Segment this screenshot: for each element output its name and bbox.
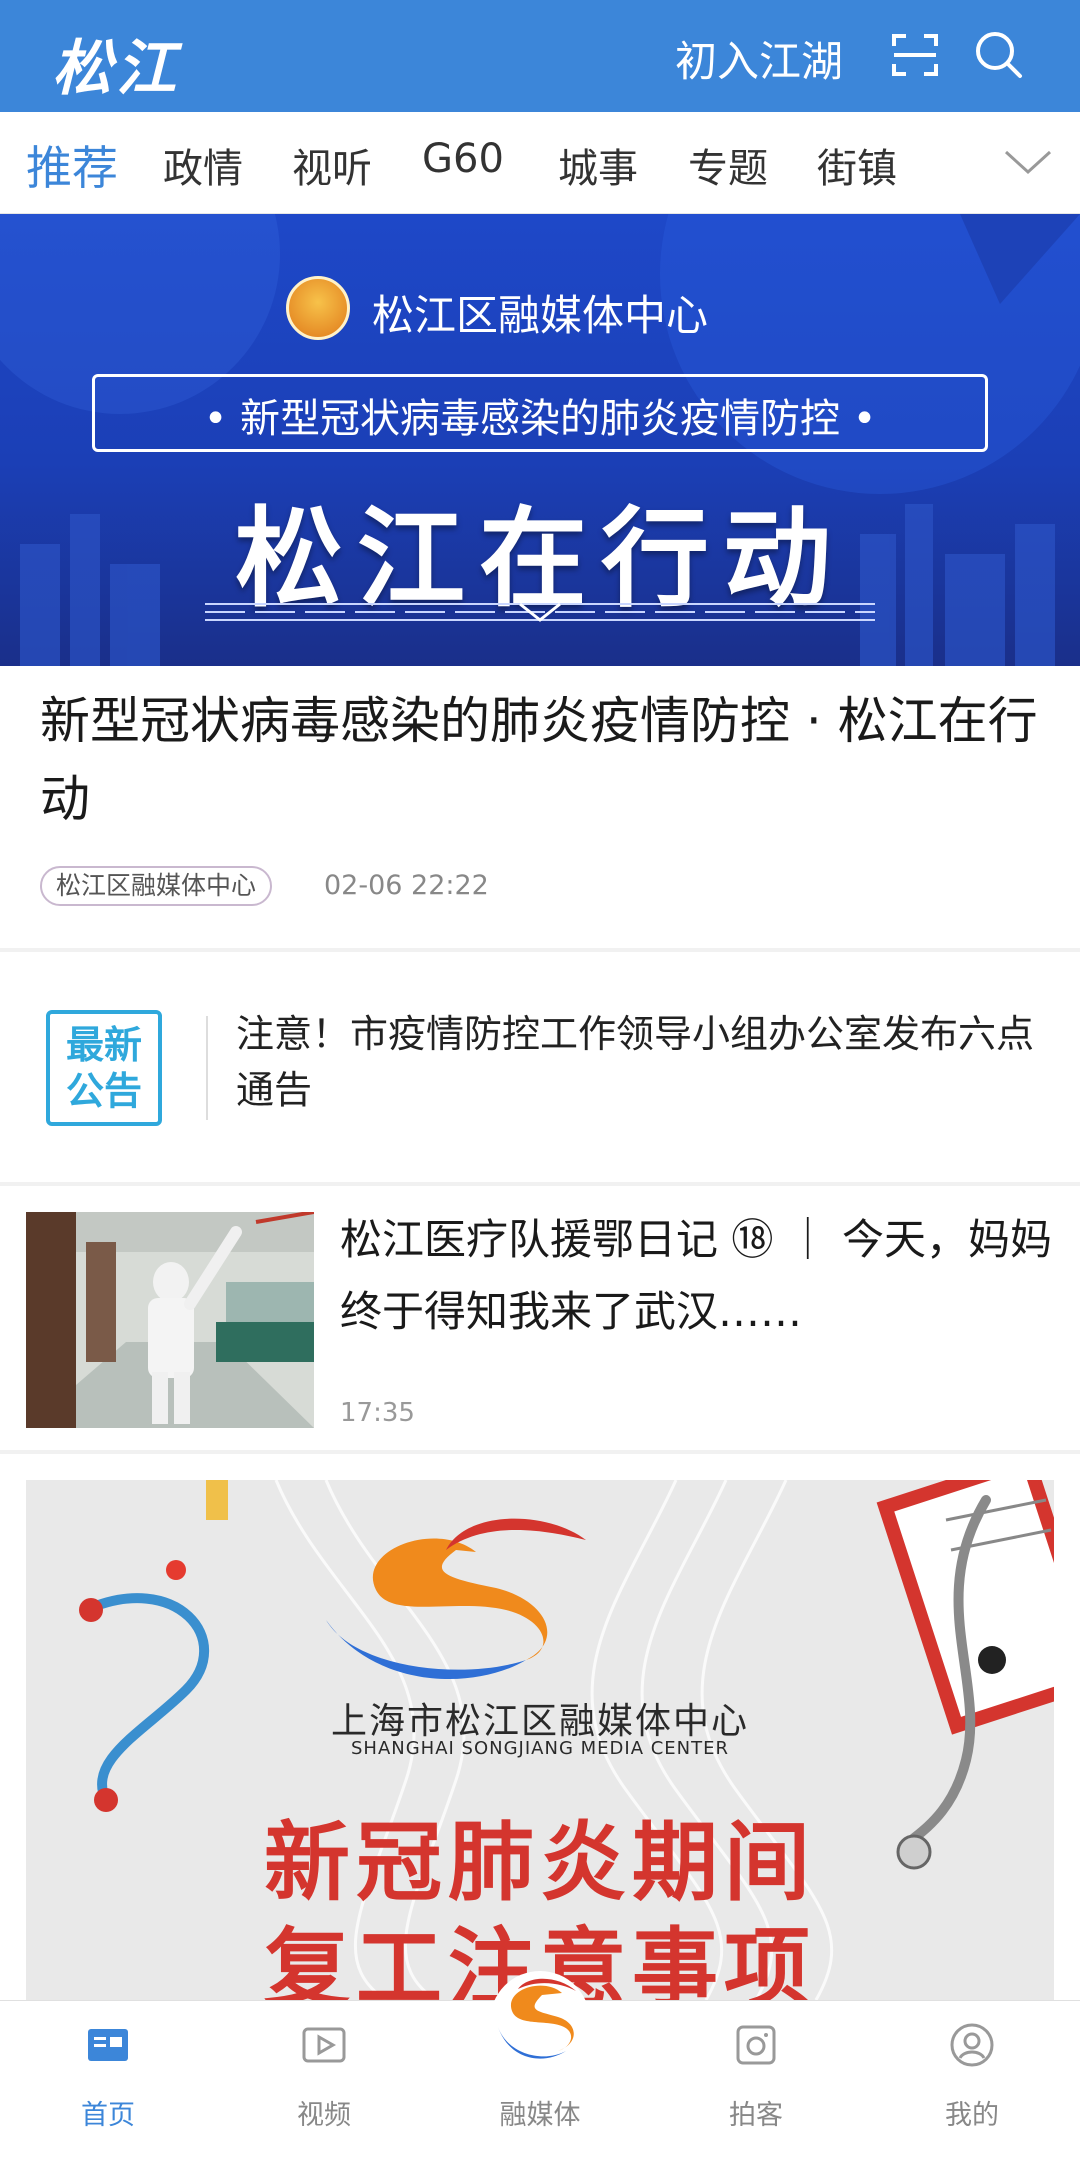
channel-tabs: 推荐 政情 视听 G60 城事 专题 街镇 (0, 112, 1080, 214)
scan-icon[interactable] (890, 30, 940, 80)
nav-home[interactable]: 首页 (0, 2001, 216, 2183)
tab-g60[interactable]: G60 (422, 136, 504, 182)
tab-politics[interactable]: 政情 (163, 136, 243, 194)
nav-profile-label: 我的 (945, 2100, 999, 2131)
nav-snapshot[interactable]: 拍客 (648, 2001, 864, 2183)
tab-audio-video[interactable]: 视听 (292, 136, 372, 194)
nav-video[interactable]: 视频 (216, 2001, 432, 2183)
source-tag: 松江区融媒体中心 (40, 866, 273, 906)
nav-profile[interactable]: 我的 (864, 2001, 1080, 2183)
header-link[interactable]: 初入江湖 (675, 28, 843, 89)
notice-headline[interactable]: 注意！市疫情防控工作领导小组办公室发布六点通告 (236, 1006, 1056, 1118)
notice-separator (206, 1016, 208, 1120)
app-header: 松江 初入江湖 (0, 0, 1080, 112)
hero-divider-lines (205, 602, 875, 622)
divider (0, 1182, 1080, 1186)
nav-media-label: 融媒体 (499, 2100, 581, 2131)
tab-recommend[interactable]: 推荐 (26, 132, 118, 198)
tab-topics[interactable]: 专题 (688, 136, 768, 194)
nav-home-label: 首页 (81, 2100, 135, 2131)
article-time: 02-06 22:22 (324, 870, 489, 901)
search-icon[interactable] (972, 28, 1024, 80)
poster-banner[interactable]: 上海市松江区融媒体中心 SHANGHAI SONGJIANG MEDIA CEN… (26, 1480, 1054, 2000)
hero-org: 松江区融媒体中心 (372, 291, 709, 340)
tab-city[interactable]: 城事 (558, 136, 638, 194)
media-logo-icon (490, 1971, 590, 2071)
article-thumbnail[interactable] (26, 1212, 314, 1428)
media-center-badge-icon (286, 276, 350, 340)
profile-icon (950, 2023, 994, 2067)
hero-banner[interactable]: 松江区融媒体中心 • 新型冠状病毒感染的肺炎疫情防控 • 松江在行动 (0, 214, 1080, 666)
article-time: 17:35 (340, 1398, 415, 1428)
nav-media[interactable]: 融媒体 (432, 1971, 648, 2183)
app-logo[interactable]: 松江 (52, 20, 180, 107)
divider (0, 948, 1080, 952)
nav-snapshot-label: 拍客 (729, 2100, 783, 2131)
hospital-corridor-image (26, 1212, 314, 1428)
article-title[interactable]: 松江医疗队援鄂日记 ⑱ ｜ 今天，妈妈终于得知我来了武汉…… (340, 1204, 1056, 1348)
nav-video-label: 视频 (297, 2100, 351, 2131)
bottom-navigation: 首页 视频 融媒体 拍客 我的 (0, 1971, 1080, 2183)
poster-org: 上海市松江区融媒体中心 (330, 1701, 749, 1742)
tab-towns[interactable]: 街镇 (817, 136, 897, 194)
divider (0, 1450, 1080, 1454)
latest-notice-badge: 最新 公告 (46, 1010, 162, 1126)
camera-icon (736, 2025, 776, 2065)
hero-subtitle: • 新型冠状病毒感染的肺炎疫情防控 • (203, 396, 877, 442)
poster-org-english: SHANGHAI SONGJIANG MEDIA CENTER (350, 1738, 730, 1759)
notice-badge-label: 最新 公告 (65, 1023, 142, 1113)
home-icon (88, 2029, 128, 2061)
chevron-down-icon[interactable] (1000, 142, 1056, 182)
article-title[interactable]: 新型冠状病毒感染的肺炎疫情防控 · 松江在行动 (40, 682, 1040, 838)
video-icon (302, 2027, 346, 2063)
